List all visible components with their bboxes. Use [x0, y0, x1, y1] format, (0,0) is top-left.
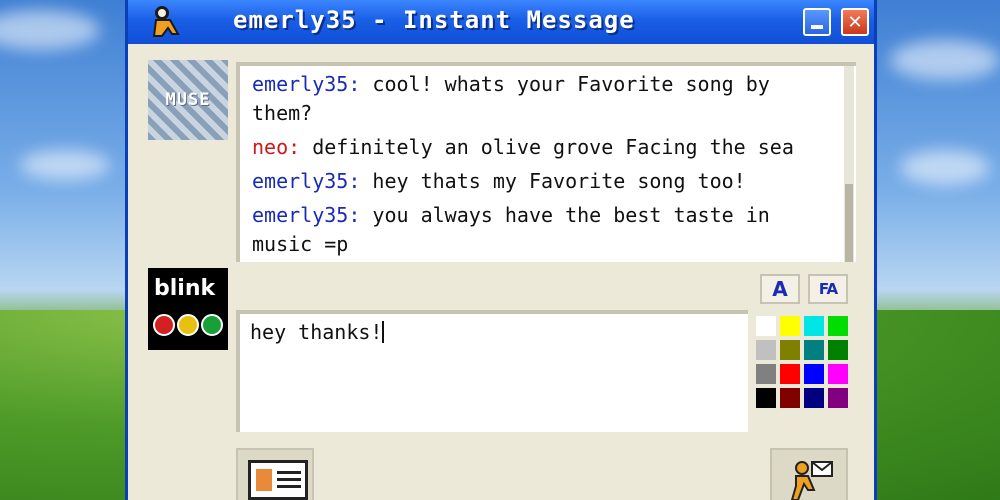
close-button[interactable]: ✕: [841, 8, 869, 36]
color-swatch[interactable]: [804, 364, 824, 384]
color-swatch[interactable]: [780, 388, 800, 408]
cloud: [890, 40, 1000, 80]
color-swatch[interactable]: [756, 340, 776, 360]
color-swatch[interactable]: [756, 316, 776, 336]
color-swatch[interactable]: [756, 364, 776, 384]
chat-message: emerly35: hey thats my Favorite song too…: [252, 167, 832, 196]
my-icon[interactable]: blink: [148, 268, 228, 350]
buddy-info-button[interactable]: [236, 448, 314, 500]
message-sender: emerly35:: [252, 72, 361, 96]
color-swatch[interactable]: [780, 340, 800, 360]
send-running-man-icon: [790, 461, 833, 500]
message-sender: emerly35:: [252, 169, 361, 193]
buddy-icon-label: MUSE: [165, 90, 211, 110]
cloud: [20, 150, 110, 180]
color-swatch[interactable]: [756, 388, 776, 408]
chat-message: neo: definitely an olive grove Facing th…: [252, 133, 832, 162]
color-swatch[interactable]: [804, 316, 824, 336]
minimize-button[interactable]: [803, 8, 831, 36]
send-button[interactable]: [770, 448, 848, 500]
message-text: hey thats my Favorite song too!: [360, 169, 746, 193]
color-palette: [756, 316, 850, 414]
message-sender: emerly35:: [252, 203, 361, 227]
chat-scrollbar[interactable]: [844, 66, 854, 262]
message-text: definitely an olive grove Facing the sea: [300, 135, 794, 159]
green-dot-icon: [201, 314, 223, 336]
color-swatch[interactable]: [828, 340, 848, 360]
color-swatch[interactable]: [828, 388, 848, 408]
cloud: [0, 10, 100, 50]
running-man-icon: [152, 6, 180, 37]
color-swatch[interactable]: [780, 316, 800, 336]
profile-card-icon: [248, 460, 308, 500]
title-bar[interactable]: emerly35 - Instant Message ✕: [128, 0, 874, 44]
color-swatch[interactable]: [828, 316, 848, 336]
color-swatch[interactable]: [804, 340, 824, 360]
font-button[interactable]: FA: [808, 274, 848, 304]
chat-message: emerly35: you always have the best taste…: [252, 201, 832, 259]
im-window: emerly35 - Instant Message ✕ MUSE emerly…: [125, 0, 877, 500]
message-input[interactable]: hey thanks!: [236, 310, 748, 432]
chat-message: emerly35: cool! whats your Favorite song…: [252, 70, 832, 128]
color-swatch[interactable]: [804, 388, 824, 408]
text-caret: [382, 321, 385, 343]
chat-log[interactable]: emerly35: cool! whats your Favorite song…: [236, 62, 856, 262]
yellow-dot-icon: [177, 314, 199, 336]
scrollbar-thumb[interactable]: [845, 184, 853, 262]
message-sender: neo:: [252, 135, 301, 159]
window-title: emerly35 - Instant Message: [233, 6, 635, 34]
buddy-icon[interactable]: MUSE: [148, 60, 228, 140]
color-swatch[interactable]: [780, 364, 800, 384]
message-input-text: hey thanks!: [250, 320, 383, 344]
red-dot-icon: [153, 314, 175, 336]
my-icon-label: blink: [154, 276, 216, 301]
text-color-button[interactable]: A: [760, 274, 800, 304]
cloud: [900, 150, 990, 185]
color-swatch[interactable]: [828, 364, 848, 384]
window-client: MUSE emerly35: cool! whats your Favorite…: [128, 44, 874, 500]
